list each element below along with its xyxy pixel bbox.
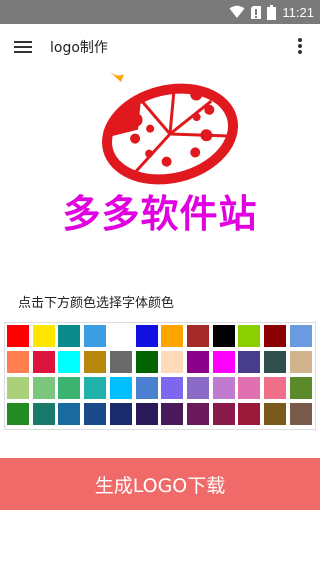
generate-logo-download-button[interactable]: 生成LOGO下载 — [0, 458, 320, 510]
color-swatch[interactable] — [32, 325, 55, 347]
status-icons: 11:21 — [229, 0, 314, 24]
page-title: logo制作 — [50, 40, 108, 56]
color-swatch[interactable] — [161, 377, 184, 399]
color-swatch[interactable] — [135, 403, 158, 425]
color-swatch[interactable] — [238, 351, 261, 373]
color-swatch[interactable] — [7, 377, 29, 399]
menu-icon-line — [14, 51, 32, 53]
color-swatch[interactable] — [186, 403, 209, 425]
color-swatch[interactable] — [264, 325, 286, 347]
color-swatch[interactable] — [212, 325, 235, 347]
color-swatch[interactable] — [186, 351, 209, 373]
more-vert-icon — [298, 38, 302, 42]
color-swatch[interactable] — [7, 351, 29, 373]
color-swatch[interactable] — [238, 403, 261, 425]
color-swatch[interactable] — [238, 377, 261, 399]
more-vert-dot — [298, 50, 302, 54]
color-swatch[interactable] — [84, 403, 107, 425]
battery-icon — [267, 4, 277, 20]
color-swatch[interactable] — [109, 351, 132, 373]
color-swatch[interactable] — [32, 403, 55, 425]
color-swatch[interactable] — [84, 325, 107, 347]
color-swatch[interactable] — [135, 351, 158, 373]
logo-text: 多多软件站 — [62, 192, 258, 236]
menu-icon — [14, 41, 32, 43]
color-palette — [4, 322, 316, 430]
color-swatch[interactable] — [109, 403, 132, 425]
ladybug-logo-emblem — [101, 72, 239, 185]
status-bar: 11:21 — [0, 0, 320, 24]
color-swatch[interactable] — [212, 377, 235, 399]
color-swatch[interactable] — [264, 351, 286, 373]
menu-icon-line — [14, 46, 32, 48]
color-swatch[interactable] — [161, 325, 184, 347]
color-swatch[interactable] — [264, 403, 286, 425]
color-swatch[interactable] — [289, 403, 312, 425]
color-hint-text: 点击下方颜色选择字体颜色 — [18, 296, 175, 311]
color-swatch[interactable] — [264, 377, 286, 399]
status-time: 11:21 — [282, 4, 314, 20]
color-swatch[interactable] — [161, 351, 184, 373]
more-vert-dot — [298, 44, 302, 48]
color-swatch[interactable] — [186, 377, 209, 399]
app-toolbar: logo制作 — [0, 24, 320, 72]
color-swatch[interactable] — [212, 351, 235, 373]
color-swatch[interactable] — [186, 325, 209, 347]
color-swatch[interactable] — [58, 403, 81, 425]
color-swatch[interactable] — [289, 377, 312, 399]
color-swatch[interactable] — [58, 377, 81, 399]
menu-button[interactable] — [14, 38, 36, 58]
color-swatch[interactable] — [109, 377, 132, 399]
color-swatch[interactable] — [109, 325, 132, 347]
color-swatch[interactable] — [238, 325, 261, 347]
color-swatch[interactable] — [289, 325, 312, 347]
color-swatch[interactable] — [84, 377, 107, 399]
wifi-icon — [229, 5, 245, 18]
more-options-button[interactable] — [294, 36, 306, 60]
color-swatch[interactable] — [289, 351, 312, 373]
color-swatch[interactable] — [32, 377, 55, 399]
color-swatch[interactable] — [84, 351, 107, 373]
color-swatch[interactable] — [32, 351, 55, 373]
color-swatch[interactable] — [7, 325, 29, 347]
color-swatch[interactable] — [58, 325, 81, 347]
color-swatch[interactable] — [135, 377, 158, 399]
color-swatch[interactable] — [212, 403, 235, 425]
color-swatch[interactable] — [135, 325, 158, 347]
color-swatch[interactable] — [161, 403, 184, 425]
sim-icon — [251, 5, 262, 19]
logo-preview-canvas — [0, 72, 320, 290]
color-swatch[interactable] — [7, 403, 29, 425]
color-swatch[interactable] — [58, 351, 81, 373]
